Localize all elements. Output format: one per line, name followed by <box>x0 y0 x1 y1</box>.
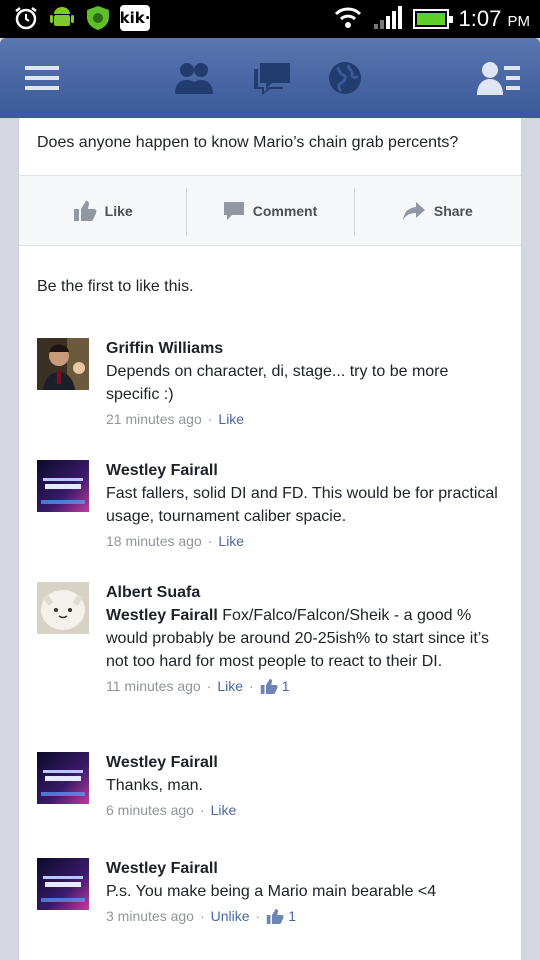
avatar[interactable] <box>37 752 89 804</box>
android-icon <box>48 4 76 32</box>
comment-icon <box>223 201 244 220</box>
avatar[interactable] <box>37 582 89 634</box>
share-label: Share <box>433 202 473 219</box>
comment-timestamp: 6 minutes ago <box>106 802 194 818</box>
alarm-icon <box>12 4 40 32</box>
friends-icon[interactable] <box>172 58 216 98</box>
likes-summary: Be the first to like this. <box>37 278 194 295</box>
comment-text: Fast fallers, solid DI and FD. This woul… <box>106 485 498 525</box>
thumbs-up-icon <box>260 678 278 694</box>
app-header <box>0 38 540 118</box>
separator-dot: · <box>249 678 254 694</box>
comment-like-count[interactable]: 1 <box>260 675 290 697</box>
menu-icon[interactable] <box>22 58 62 98</box>
comment-text: Thanks, man. <box>106 777 203 794</box>
comment-like-count[interactable]: 1 <box>266 905 296 927</box>
comment-text: Westley Fairall Fox/Falco/Falcon/Sheik -… <box>106 604 506 673</box>
kik-icon: kik· <box>120 5 150 31</box>
like-label: Like <box>104 202 133 219</box>
separator-dot: · <box>199 802 205 818</box>
separator-dot: · <box>199 908 205 924</box>
post-card: Does anyone happen to know Mario’s chain… <box>18 118 522 960</box>
clock: 1:07 PM <box>458 6 530 31</box>
post-actions: Like Comment Share <box>19 175 521 246</box>
comment-author[interactable]: Westley Fairall <box>106 752 506 774</box>
comment-timestamp: 21 minutes ago <box>106 411 202 427</box>
comment-author[interactable]: Westley Fairall <box>106 460 506 482</box>
comment-timestamp: 18 minutes ago <box>106 533 202 549</box>
like-count-value: 1 <box>281 678 290 694</box>
wifi-icon <box>333 4 363 35</box>
messages-icon[interactable] <box>250 58 294 98</box>
avatar[interactable] <box>37 460 89 512</box>
like-count-value: 1 <box>288 908 296 924</box>
avatar[interactable] <box>37 858 89 910</box>
separator-dot: · <box>207 411 213 427</box>
comment-button[interactable]: Comment <box>186 176 353 245</box>
separator-dot: · <box>207 533 213 549</box>
comment-author[interactable]: Westley Fairall <box>106 858 506 880</box>
comment-like-link[interactable]: Like <box>217 675 243 697</box>
comment-author[interactable]: Griffin Williams <box>106 338 506 360</box>
comment-text: Depends on character, di, stage... try t… <box>106 363 449 403</box>
avatar[interactable] <box>37 338 89 390</box>
status-bar: kik· 1:07 PM <box>0 0 540 38</box>
comment-like-link[interactable]: Like <box>218 530 244 552</box>
post-text: Does anyone happen to know Mario’s chain… <box>37 134 459 151</box>
comment-unlike-link[interactable]: Unlike <box>211 905 250 927</box>
profile-list-icon[interactable] <box>474 58 524 98</box>
comment-like-link[interactable]: Like <box>218 408 244 430</box>
share-icon <box>402 201 425 220</box>
comment-author[interactable]: Albert Suafa <box>106 582 506 604</box>
comment-label: Comment <box>252 202 318 219</box>
separator-dot: · <box>206 678 212 694</box>
signal-icon <box>373 4 403 35</box>
comment-text: P.s. You make being a Mario main bearabl… <box>106 883 437 900</box>
comment-like-link[interactable]: Like <box>211 799 237 821</box>
comment-timestamp: 11 minutes ago <box>106 678 201 694</box>
comment-timestamp: 3 minutes ago <box>106 908 194 924</box>
thumbs-up-icon <box>266 908 284 924</box>
share-button[interactable]: Share <box>353 176 521 245</box>
globe-icon[interactable] <box>325 58 365 98</box>
battery-icon <box>412 9 453 29</box>
separator-dot: · <box>255 908 261 924</box>
thumbs-up-icon <box>73 200 97 221</box>
shield-app-icon <box>84 4 112 32</box>
mention-link[interactable]: Westley Fairall <box>106 607 218 624</box>
like-button[interactable]: Like <box>19 176 186 245</box>
